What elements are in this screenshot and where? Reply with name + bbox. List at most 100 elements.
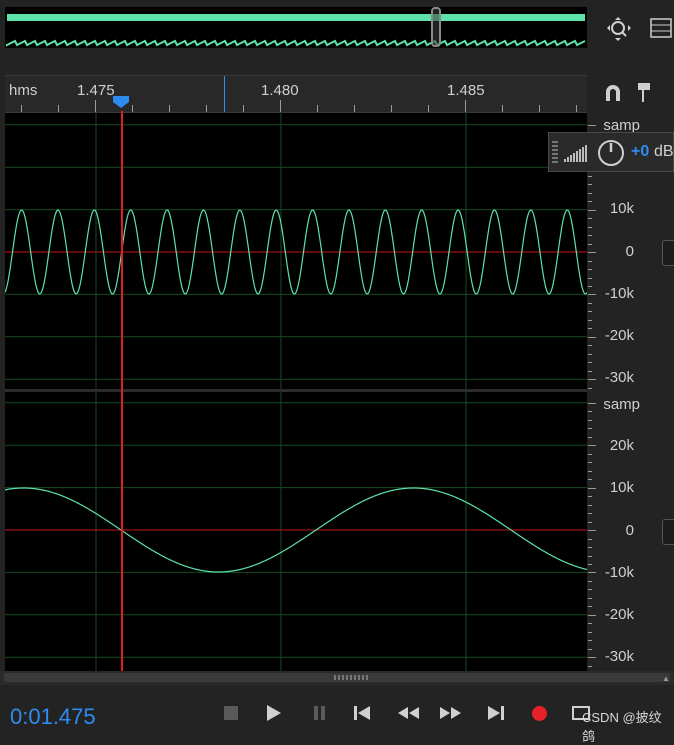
waveform-track-2[interactable] [5, 392, 587, 671]
ruler-tick [58, 105, 59, 112]
scale-tick [588, 192, 592, 194]
scale-tick [588, 243, 592, 245]
scale-tick [588, 353, 592, 355]
ruler-tick [502, 105, 503, 112]
scale-label: -30k [604, 369, 634, 386]
scale-tick [588, 387, 592, 389]
scale-tick [588, 209, 596, 211]
horizontal-scrollbar[interactable]: ▲ [0, 671, 674, 685]
scale-tick [588, 269, 592, 270]
marker-pin-icon[interactable] [637, 82, 653, 109]
scale-tick [588, 547, 592, 548]
waveform-overview[interactable] [5, 7, 587, 48]
scale-tick [588, 345, 592, 347]
scale-tick [588, 589, 592, 591]
scale-tick [588, 124, 596, 126]
ruler-tick [95, 100, 96, 112]
scale-tick [588, 252, 596, 253]
scale-tick [588, 328, 592, 330]
scale-tick [588, 235, 592, 237]
ruler-tick [132, 105, 133, 112]
ruler-time-label: 1.485 [447, 82, 485, 99]
ruler-tick [465, 100, 466, 112]
gain-value[interactable]: +0 [631, 143, 649, 161]
scale-label: -10k [604, 285, 634, 302]
time-ruler[interactable]: hms 1.475 1.480 1.485 [5, 75, 587, 113]
scale-tick [588, 648, 592, 650]
ruler-tick [206, 105, 207, 112]
scale-tick [588, 479, 592, 481]
view-boundary-line [224, 76, 225, 112]
scale-tick [588, 362, 592, 364]
scale-tick [588, 286, 592, 287]
ruler-tick [169, 105, 170, 112]
scale-label: -20k [604, 606, 634, 623]
ruler-tick [243, 105, 244, 112]
scale-tick [588, 411, 592, 413]
scale-tick [588, 538, 592, 540]
scale-tick [588, 572, 596, 574]
scale-tick [588, 428, 592, 430]
stop-icon[interactable] [224, 706, 238, 720]
scale-tick [588, 606, 592, 608]
scale-tick [588, 370, 592, 372]
zoom-navigate-icon[interactable] [606, 16, 632, 46]
scale-label: -30k [604, 648, 634, 665]
scale-label: -10k [604, 564, 634, 581]
watermark-text: CSDN @披纹鸽 [582, 710, 662, 744]
scale-label: 20k [609, 437, 634, 454]
scale-tick [588, 336, 596, 338]
time-display[interactable]: 0:01.475 [10, 704, 96, 730]
skip-to-end-icon[interactable] [487, 705, 505, 726]
scale-tick [588, 665, 592, 667]
scale-tick [588, 555, 592, 557]
scale-tick [588, 419, 592, 421]
scale-tick [588, 175, 592, 177]
scale-tick [588, 462, 592, 464]
track-2-side-button[interactable] [662, 519, 674, 545]
scale-tick [588, 640, 592, 642]
scale-tick [588, 379, 596, 381]
scale-tick [588, 580, 592, 582]
scale-tick [588, 487, 596, 489]
scale-tick [588, 513, 592, 515]
ruler-time-label: 1.475 [77, 82, 115, 99]
scale-label: -20k [604, 327, 634, 344]
scale-tick [588, 564, 592, 565]
scale-label: 0 [625, 243, 634, 260]
scale-tick [588, 470, 592, 472]
track-1-side-button[interactable] [662, 240, 674, 266]
power-knob-icon[interactable] [597, 139, 625, 172]
scale-tick [588, 657, 596, 659]
rewind-icon[interactable] [397, 706, 421, 725]
scale-tick [588, 294, 596, 296]
scale-tick [588, 597, 592, 599]
scroll-up-arrow-icon[interactable]: ▲ [662, 674, 670, 683]
ruler-tick [280, 100, 281, 112]
scale-tick [588, 445, 596, 447]
scroll-grip-icon [334, 675, 368, 680]
scale-tick [588, 631, 592, 633]
scale-tick [588, 496, 592, 498]
gain-hud-panel[interactable]: +0 dB [548, 132, 674, 172]
drag-grip-icon[interactable] [552, 141, 558, 163]
ruler-time-label: 1.480 [261, 82, 299, 99]
record-icon[interactable] [532, 706, 547, 721]
scale-tick [588, 302, 592, 304]
ruler-tick [539, 105, 540, 112]
overview-zoom-handle[interactable] [431, 7, 441, 47]
skip-to-start-icon[interactable] [353, 705, 371, 726]
pause-icon[interactable] [313, 705, 327, 726]
scale-tick [588, 402, 596, 404]
play-icon[interactable] [266, 704, 282, 727]
fast-forward-icon[interactable] [439, 706, 463, 725]
playhead-cursor-line[interactable] [121, 111, 123, 671]
scale-label: 10k [609, 479, 634, 496]
magnet-icon[interactable] [603, 83, 623, 108]
ruler-tick [576, 105, 577, 112]
ruler-tick [428, 105, 429, 112]
scale-tick [588, 436, 592, 438]
waveform-track-1[interactable] [5, 113, 587, 389]
scale-tick [588, 226, 592, 228]
hamburger-menu-icon[interactable] [650, 18, 672, 43]
